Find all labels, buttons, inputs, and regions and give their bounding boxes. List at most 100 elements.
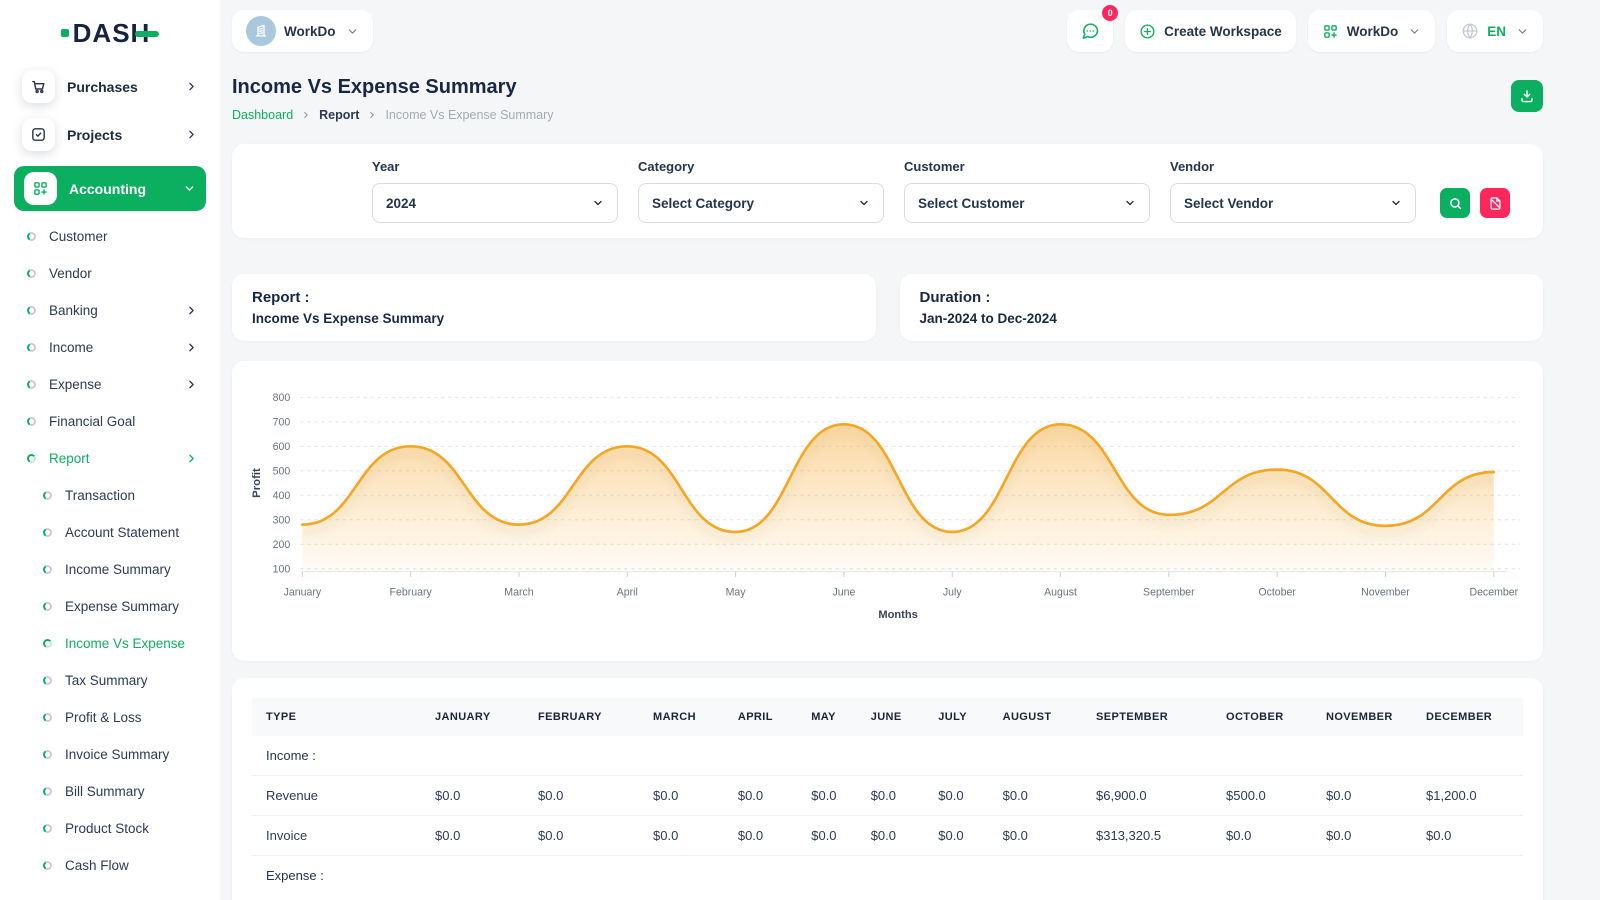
svg-text:January: January <box>284 586 322 598</box>
svg-text:July: July <box>943 586 962 598</box>
sidebar-item-invoice-summary[interactable]: Invoice Summary <box>14 736 206 773</box>
category-select-value: Select Category <box>652 196 754 211</box>
sidebar-item-financial-goal[interactable]: Financial Goal <box>14 403 206 440</box>
chevron-right-icon <box>185 378 198 391</box>
breadcrumb-dashboard[interactable]: Dashboard <box>232 108 293 122</box>
chevron-right-icon <box>185 304 198 317</box>
breadcrumb-current: Income Vs Expense Summary <box>385 108 553 122</box>
bullet-icon <box>43 528 52 537</box>
year-select[interactable]: 2024 <box>372 183 618 223</box>
chevron-right-icon <box>367 110 377 120</box>
sidebar-subitem-label: Expense <box>49 377 102 392</box>
table-section-row: Income : <box>252 736 1523 776</box>
svg-text:400: 400 <box>273 490 291 502</box>
category-label: Category <box>638 159 884 174</box>
profit-chart-card: 800700600500400300200100JanuaryFebruaryM… <box>232 361 1543 661</box>
topbar: WorkDo 0 Create Workspace <box>232 8 1543 54</box>
chevron-down-icon <box>1124 197 1136 209</box>
logo-accent-dot <box>61 29 69 37</box>
sidebar-item-vendor[interactable]: Vendor <box>14 255 206 292</box>
download-button[interactable] <box>1511 80 1543 112</box>
workdo-menu-label: WorkDo <box>1347 24 1399 39</box>
chat-icon <box>1080 21 1100 41</box>
workdo-menu[interactable]: WorkDo <box>1308 10 1436 52</box>
bullet-icon <box>43 676 52 685</box>
table-section-row: Expense : <box>252 856 1523 896</box>
svg-text:February: February <box>390 586 433 598</box>
chevron-down-icon <box>1516 25 1529 38</box>
sidebar-item-purchases[interactable]: Purchases <box>14 64 206 109</box>
sidebar-item-account-statement[interactable]: Account Statement <box>14 514 206 551</box>
customer-select[interactable]: Select Customer <box>904 183 1150 223</box>
workspace-switcher[interactable]: WorkDo <box>232 10 373 52</box>
sidebar-item-customer[interactable]: Customer <box>14 218 206 255</box>
table-header-february: FEBRUARY <box>530 698 645 736</box>
sidebar-item-income[interactable]: Income <box>14 329 206 366</box>
svg-text:100: 100 <box>273 563 291 575</box>
sidebar-item-cash-flow[interactable]: Cash Flow <box>14 847 206 884</box>
messenger-button[interactable]: 0 <box>1067 10 1113 52</box>
sidebar-item-expense-summary[interactable]: Expense Summary <box>14 588 206 625</box>
sidebar-subitem-label: Invoice Summary <box>65 747 169 762</box>
category-select[interactable]: Select Category <box>638 183 884 223</box>
breadcrumb-report[interactable]: Report <box>319 108 359 122</box>
grid-plus-icon <box>1322 23 1339 40</box>
bullet-icon <box>43 602 52 611</box>
sidebar-item-label: Purchases <box>67 79 138 95</box>
income-vs-expense-area-chart[interactable]: 800700600500400300200100JanuaryFebruaryM… <box>246 385 1525 643</box>
table-header-row: TYPEJANUARYFEBRUARYMARCHAPRILMAYJUNEJULY… <box>252 698 1523 736</box>
report-table-card: TYPEJANUARYFEBRUARYMARCHAPRILMAYJUNEJULY… <box>232 678 1543 900</box>
table-header-july: JULY <box>930 698 994 736</box>
reset-filter-button[interactable] <box>1480 188 1510 218</box>
svg-text:June: June <box>832 586 855 598</box>
report-value: Income Vs Expense Summary <box>252 311 856 326</box>
svg-text:300: 300 <box>273 514 291 526</box>
vendor-select[interactable]: Select Vendor <box>1170 183 1416 223</box>
sidebar-item-profit-loss[interactable]: Profit & Loss <box>14 699 206 736</box>
language-selector[interactable]: EN <box>1447 10 1543 52</box>
bullet-icon <box>43 861 52 870</box>
logo-accent-bar <box>135 31 159 37</box>
svg-text:April: April <box>617 586 638 598</box>
create-workspace-button[interactable]: Create Workspace <box>1125 10 1296 52</box>
sidebar-item-income-summary[interactable]: Income Summary <box>14 551 206 588</box>
sidebar-subitem-label: Profit & Loss <box>65 710 142 725</box>
table-header-june: JUNE <box>863 698 931 736</box>
sidebar-item-tax-summary[interactable]: Tax Summary <box>14 662 206 699</box>
svg-text:May: May <box>726 586 747 598</box>
bullet-icon <box>43 824 52 833</box>
sidebar-item-transaction[interactable]: Transaction <box>14 477 206 514</box>
bullet-icon <box>27 306 36 315</box>
year-select-value: 2024 <box>386 196 416 211</box>
customer-label: Customer <box>904 159 1150 174</box>
svg-text:November: November <box>1361 586 1410 598</box>
sidebar-item-bill-summary[interactable]: Bill Summary <box>14 773 206 810</box>
sidebar-item-income-vs-expense[interactable]: Income Vs Expense <box>14 625 206 662</box>
sidebar-subitem-label: Transaction <box>65 488 135 503</box>
sidebar-item-projects[interactable]: Projects <box>14 112 206 157</box>
chevron-down-icon <box>183 182 196 195</box>
sidebar-item-accounting[interactable]: Accounting <box>14 166 206 211</box>
sidebar-subitem-label: Vendor <box>49 266 92 281</box>
file-off-icon <box>1488 196 1503 211</box>
chevron-right-icon <box>185 341 198 354</box>
sidebar-item-product-stock[interactable]: Product Stock <box>14 810 206 847</box>
chevron-right-icon <box>185 452 198 465</box>
income-vs-expense-table: TYPEJANUARYFEBRUARYMARCHAPRILMAYJUNEJULY… <box>252 698 1523 895</box>
sidebar-item-label: Accounting <box>69 181 146 197</box>
apply-filter-button[interactable] <box>1440 188 1470 218</box>
sidebar-item-banking[interactable]: Banking <box>14 292 206 329</box>
bullet-icon <box>27 380 36 389</box>
table-row-revenue: Revenue$0.0$0.0$0.0$0.0$0.0$0.0$0.0$0.0$… <box>252 776 1523 816</box>
vendor-label: Vendor <box>1170 159 1416 174</box>
breadcrumb: Dashboard Report Income Vs Expense Summa… <box>232 108 554 122</box>
checklist-icon <box>22 118 55 151</box>
sidebar-item-expense[interactable]: Expense <box>14 366 206 403</box>
bullet-icon <box>43 713 52 722</box>
chevron-right-icon <box>301 110 311 120</box>
sidebar-subitem-label: Expense Summary <box>65 599 179 614</box>
table-header-august: AUGUST <box>995 698 1088 736</box>
sidebar-item-report[interactable]: Report <box>14 440 206 477</box>
app-logo[interactable]: DASH <box>14 10 206 56</box>
svg-text:Months: Months <box>878 609 917 621</box>
